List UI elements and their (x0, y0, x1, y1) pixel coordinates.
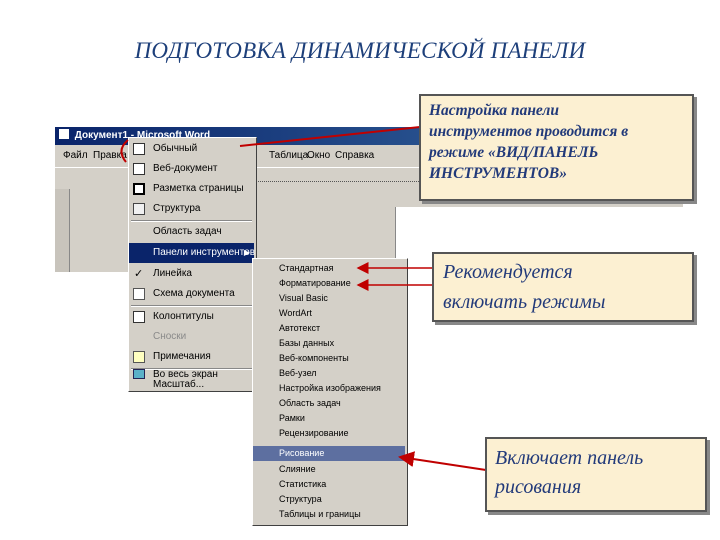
view-menu-footnotes-label: Сноски (153, 331, 187, 342)
toolbar-item-label: Базы данных (279, 338, 335, 348)
view-menu-header-footer[interactable]: Колонтитулы (129, 307, 254, 327)
outline-icon (133, 203, 145, 215)
callout-line: Рекомендуется (443, 261, 573, 283)
toolbar-item-label: Рецензирование (279, 428, 349, 438)
callout-line: режиме «ВИД/ПАНЕЛЬ (429, 144, 599, 161)
view-menu-zoom-label: Масштаб... (153, 379, 205, 390)
toolbar-item-label: Веб-компоненты (279, 353, 349, 363)
callout-line: ИНСТРУМЕНТОВ» (429, 165, 568, 182)
toolbar-item-web-node[interactable]: Веб-узел (253, 366, 405, 381)
toolbar-item-label: Рисование (279, 448, 325, 458)
menu-table[interactable]: Таблица (269, 150, 308, 161)
view-menu-outline[interactable]: Структура (129, 199, 254, 219)
view-menu-footnotes: Сноски (129, 327, 254, 347)
full-screen-icon (133, 369, 145, 379)
view-menu-comments-label: Примечания (153, 351, 211, 362)
view-menu-ruler-label: Линейка (153, 268, 192, 279)
view-menu-task-pane-label: Область задач (153, 226, 222, 237)
toolbar-item-outline[interactable]: Структура (253, 492, 405, 507)
header-footer-icon (133, 311, 145, 323)
toolbar-item-formatting[interactable]: Форматирование (253, 276, 405, 291)
view-menu-page-layout-label: Разметка страницы (153, 183, 244, 194)
view-menu-task-pane[interactable]: Область задач (129, 222, 254, 242)
toolbars-submenu: Стандартная Форматирование Visual Basic … (252, 258, 408, 526)
view-menu-web-document-label: Веб-документ (153, 163, 218, 174)
view-menu-page-layout[interactable]: Разметка страницы (129, 179, 254, 199)
toolbar-item-reviewing[interactable]: Рецензирование (253, 426, 405, 441)
toolbar-item-tables-borders[interactable]: Таблицы и границы (253, 507, 405, 522)
toolbar-item-label: Рамки (279, 413, 305, 423)
view-menu-header-footer-label: Колонтитулы (153, 311, 214, 322)
callout-drawing: Включает панель рисования (485, 437, 707, 512)
arrow-drawing (398, 451, 487, 471)
menu-file[interactable]: Файл (63, 150, 88, 161)
menu-edit[interactable]: Правка (93, 150, 127, 161)
toolbar-item-label: Слияние (279, 464, 316, 474)
toolbar-item-web-components[interactable]: Веб-компоненты (253, 351, 405, 366)
callout-line: инструментов проводится в (429, 123, 629, 140)
toolbar-item-label: Настройка изображения (279, 383, 381, 393)
callout-line: Настройка панели (429, 102, 560, 119)
web-view-icon (133, 163, 145, 175)
document-map-icon (133, 288, 145, 300)
toolbar-item-label: Веб-узел (279, 368, 317, 378)
view-menu-document-map[interactable]: Схема документа (129, 284, 254, 304)
view-menu: Обычный Веб-документ Разметка страницы С… (128, 137, 257, 392)
view-menu-normal[interactable]: Обычный (129, 139, 254, 159)
vertical-ruler[interactable] (55, 189, 70, 272)
toolbar-item-drawing[interactable]: Рисование (253, 446, 405, 461)
view-menu-comments[interactable]: Примечания (129, 347, 254, 367)
toolbar-item-statistics[interactable]: Статистика (253, 477, 405, 492)
toolbar-item-task-pane[interactable]: Область задач (253, 396, 405, 411)
toolbar-item-picture[interactable]: Настройка изображения (253, 381, 405, 396)
toolbar-item-label: WordArt (279, 308, 312, 318)
menu-window[interactable]: Окно (307, 150, 330, 161)
toolbar-item-standard[interactable]: Стандартная (253, 261, 405, 276)
normal-view-icon (133, 143, 145, 155)
toolbar-item-label: Стандартная (279, 263, 334, 273)
toolbar-item-label: Таблицы и границы (279, 509, 361, 519)
view-menu-normal-label: Обычный (153, 143, 198, 154)
callout-line: Включает панель (495, 447, 644, 469)
view-menu-outline-label: Структура (153, 203, 201, 214)
word-app-icon (59, 129, 69, 139)
toolbar-item-databases[interactable]: Базы данных (253, 336, 405, 351)
view-menu-document-map-label: Схема документа (153, 288, 235, 299)
view-menu-zoom[interactable]: Масштаб... (129, 379, 254, 390)
toolbar-item-label: Форматирование (279, 278, 351, 288)
toolbar-item-visual-basic[interactable]: Visual Basic (253, 291, 405, 306)
view-menu-ruler[interactable]: ✓ Линейка (129, 264, 254, 284)
callout-line: рисования (495, 476, 582, 498)
toolbar-item-autotext[interactable]: Автотекст (253, 321, 405, 336)
check-icon: ✓ (134, 268, 144, 280)
view-menu-toolbars[interactable]: Панели инструментов ▶ (129, 243, 256, 263)
page-layout-icon (133, 183, 145, 195)
toolbar-item-frames[interactable]: Рамки (253, 411, 405, 426)
menu-help[interactable]: Справка (335, 150, 374, 161)
view-menu-web-document[interactable]: Веб-документ (129, 159, 254, 179)
callout-line: включать режимы (443, 291, 606, 313)
toolbar-item-label: Статистика (279, 479, 327, 489)
toolbar-item-label: Структура (279, 494, 322, 504)
toolbar-item-label: Автотекст (279, 323, 321, 333)
toolbar-item-label: Область задач (279, 398, 341, 408)
callout-recommend: Рекомендуется включать режимы (432, 252, 694, 322)
toolbar-item-label: Visual Basic (279, 293, 328, 303)
callout-toolbar-settings: Настройка панели инструментов проводится… (419, 94, 694, 201)
slide-title: ПОДГОТОВКА ДИНАМИЧЕСКОЙ ПАНЕЛИ (134, 38, 586, 63)
submenu-arrow-icon: ▶ (243, 248, 250, 257)
view-menu-toolbars-label: Панели инструментов (153, 247, 256, 258)
toolbar-item-wordart[interactable]: WordArt (253, 306, 405, 321)
toolbar-item-mail-merge[interactable]: Слияние (253, 462, 405, 477)
comments-icon (133, 351, 145, 363)
